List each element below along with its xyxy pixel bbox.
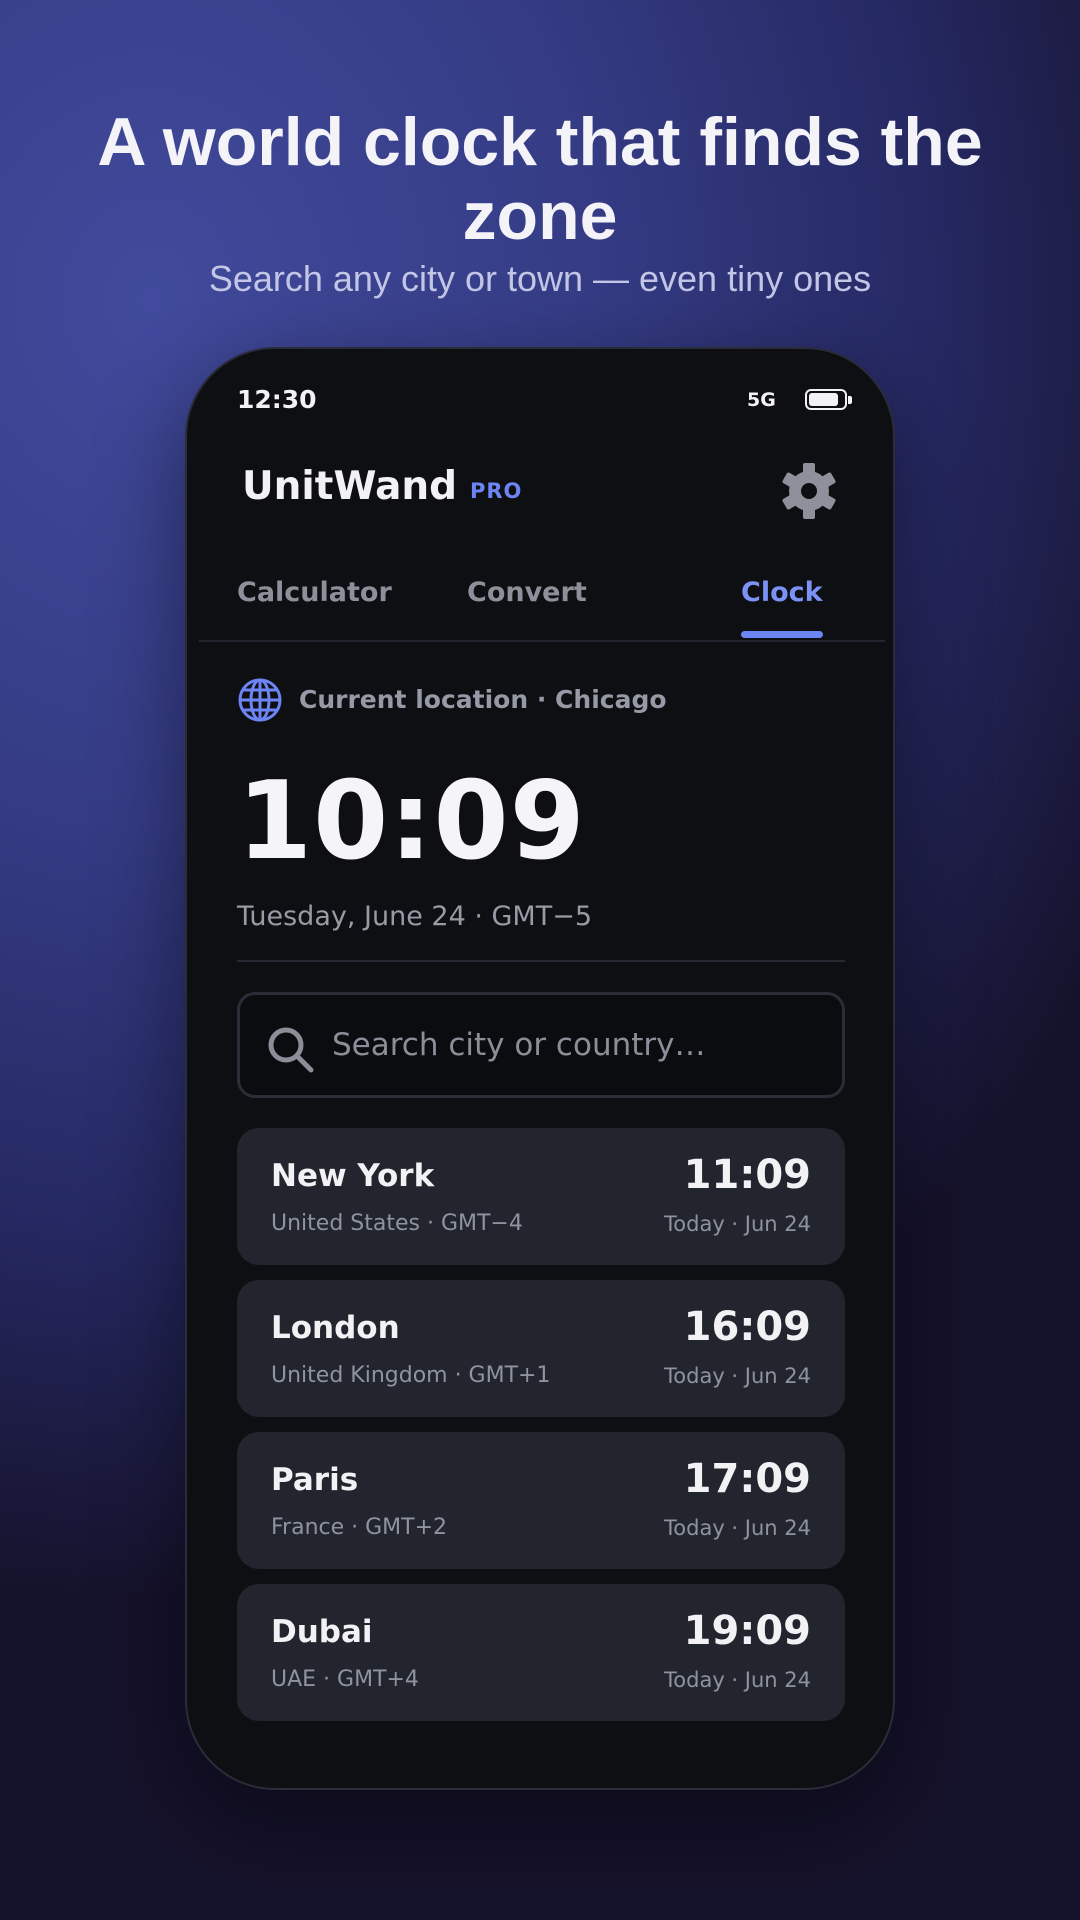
network-indicator: 5G <box>747 389 776 411</box>
divider <box>237 960 845 962</box>
active-tab-indicator <box>741 631 823 638</box>
city-day: Today · Jun 24 <box>664 1212 811 1236</box>
city-day: Today · Jun 24 <box>664 1516 811 1540</box>
globe-icon <box>237 677 283 723</box>
city-meta: United States · GMT−4 <box>271 1211 523 1236</box>
battery-icon <box>805 389 852 410</box>
search-box[interactable] <box>237 992 845 1098</box>
city-card-london[interactable]: London United Kingdom · GMT+1 16:09 Toda… <box>237 1280 845 1417</box>
city-time: 11:09 <box>683 1152 811 1198</box>
city-card-paris[interactable]: Paris France · GMT+2 17:09 Today · Jun 2… <box>237 1432 845 1569</box>
city-name: Paris <box>271 1462 359 1498</box>
city-meta: UAE · GMT+4 <box>271 1667 419 1692</box>
hero-subtitle: Search any city or town — even tiny ones <box>208 258 872 299</box>
status-time: 12:30 <box>237 385 317 414</box>
tab-calculator[interactable]: Calculator <box>237 577 392 608</box>
city-meta: France · GMT+2 <box>271 1515 448 1540</box>
city-time: 19:09 <box>683 1608 811 1654</box>
city-list: New York United States · GMT−4 11:09 Tod… <box>237 1128 845 1736</box>
city-card-new-york[interactable]: New York United States · GMT−4 11:09 Tod… <box>237 1128 845 1265</box>
tab-bar: Calculator Convert Clock <box>199 547 885 642</box>
tab-convert[interactable]: Convert <box>467 577 587 608</box>
city-card-dubai[interactable]: Dubai UAE · GMT+4 19:09 Today · Jun 24 <box>237 1584 845 1721</box>
phone-frame: 12:30 5G UnitWand PRO Calculator Convert… <box>185 347 895 1790</box>
current-date: Tuesday, June 24 · GMT−5 <box>237 901 593 932</box>
app-name: UnitWand <box>242 464 458 509</box>
current-location-label: Current location · Chicago <box>299 685 667 714</box>
city-meta: United Kingdom · GMT+1 <box>271 1363 551 1388</box>
search-icon <box>268 1027 314 1073</box>
hero-title: A world clock that finds the zone <box>97 104 983 254</box>
city-time: 17:09 <box>683 1456 811 1502</box>
gear-icon <box>782 463 836 519</box>
battery-fill <box>809 393 838 406</box>
tab-clock[interactable]: Clock <box>741 577 823 608</box>
current-time: 10:09 <box>237 759 586 884</box>
city-name: Dubai <box>271 1614 373 1650</box>
city-time: 16:09 <box>683 1304 811 1350</box>
city-day: Today · Jun 24 <box>664 1364 811 1388</box>
pro-badge: PRO <box>470 479 523 503</box>
city-name: London <box>271 1310 400 1346</box>
settings-button[interactable] <box>779 461 839 521</box>
city-day: Today · Jun 24 <box>664 1668 811 1692</box>
city-name: New York <box>271 1158 435 1194</box>
search-input[interactable] <box>332 1017 822 1073</box>
